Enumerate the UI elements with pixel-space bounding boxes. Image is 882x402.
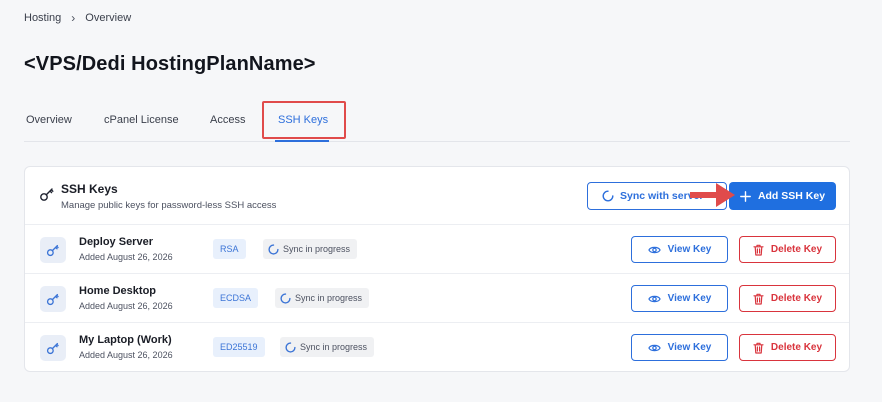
add-ssh-key-button[interactable]: Add SSH Key	[729, 182, 836, 210]
active-tab-indicator	[275, 140, 329, 142]
sync-button-label: Sync with server	[620, 190, 704, 202]
view-key-button[interactable]: View Key	[631, 334, 728, 361]
key-name: Deploy Server	[79, 236, 153, 248]
eye-icon	[647, 295, 661, 302]
tab-cpanel-license[interactable]: cPanel License	[104, 114, 179, 126]
ssh-keys-card-header: SSH Keys Manage public keys for password…	[25, 167, 849, 225]
tab-overview[interactable]: Overview	[26, 114, 72, 126]
trash-icon	[753, 342, 764, 354]
key-icon	[40, 188, 54, 201]
view-key-button[interactable]: View Key	[631, 236, 728, 263]
key-added-date: Added August 26, 2026	[79, 252, 173, 262]
breadcrumb-hosting[interactable]: Hosting	[24, 12, 61, 24]
key-icon	[40, 286, 66, 312]
sync-status-badge: Sync in progress	[263, 239, 358, 259]
key-icon	[40, 237, 66, 263]
card-title: SSH Keys	[61, 182, 118, 196]
sync-with-server-button[interactable]: Sync with server	[587, 182, 727, 210]
delete-key-label: Delete Key	[770, 244, 823, 255]
trash-icon	[753, 244, 764, 256]
trash-icon	[753, 293, 764, 305]
breadcrumb: Hosting › Overview	[24, 11, 131, 25]
ssh-keys-card: SSH Keys Manage public keys for password…	[24, 166, 850, 372]
key-type-badge: RSA	[213, 239, 246, 259]
ssh-key-row: Home Desktop Added August 26, 2026 ECDSA…	[25, 274, 849, 323]
breadcrumb-overview[interactable]: Overview	[85, 12, 131, 24]
tab-access[interactable]: Access	[210, 114, 245, 126]
sync-status-label: Sync in progress	[300, 342, 368, 352]
sync-status-badge: Sync in progress	[280, 337, 375, 357]
key-type-badge: ED25519	[213, 337, 265, 357]
view-key-button[interactable]: View Key	[631, 285, 728, 312]
tab-ssh-keys[interactable]: SSH Keys	[278, 114, 328, 126]
spinner-icon	[268, 243, 279, 255]
key-added-date: Added August 26, 2026	[79, 350, 173, 360]
view-key-label: View Key	[667, 244, 712, 255]
key-type-badge: ECDSA	[213, 288, 259, 308]
spinner-icon	[602, 190, 614, 202]
key-added-date: Added August 26, 2026	[79, 301, 173, 311]
sync-status-label: Sync in progress	[295, 293, 363, 303]
key-icon	[40, 335, 66, 361]
card-subtitle: Manage public keys for password-less SSH…	[61, 200, 277, 211]
tab-bar: Overview cPanel License Access SSH Keys	[24, 100, 850, 142]
delete-key-button[interactable]: Delete Key	[739, 334, 836, 361]
ssh-key-row: Deploy Server Added August 26, 2026 RSA …	[25, 225, 849, 274]
ssh-key-row: My Laptop (Work) Added August 26, 2026 E…	[25, 323, 849, 372]
delete-key-label: Delete Key	[770, 342, 823, 353]
page-title: <VPS/Dedi HostingPlanName>	[24, 53, 316, 75]
sync-status-label: Sync in progress	[283, 244, 351, 254]
delete-key-button[interactable]: Delete Key	[739, 285, 836, 312]
spinner-icon	[285, 341, 296, 353]
spinner-icon	[280, 292, 291, 304]
key-name: My Laptop (Work)	[79, 334, 172, 346]
view-key-label: View Key	[667, 293, 712, 304]
eye-icon	[647, 246, 661, 253]
key-name: Home Desktop	[79, 285, 157, 297]
view-key-label: View Key	[667, 342, 712, 353]
chevron-right-icon: ›	[71, 11, 76, 25]
delete-key-button[interactable]: Delete Key	[739, 236, 836, 263]
eye-icon	[647, 344, 661, 351]
plus-icon	[740, 190, 751, 202]
delete-key-label: Delete Key	[770, 293, 823, 304]
add-button-label: Add SSH Key	[757, 190, 826, 202]
sync-status-badge: Sync in progress	[275, 288, 370, 308]
